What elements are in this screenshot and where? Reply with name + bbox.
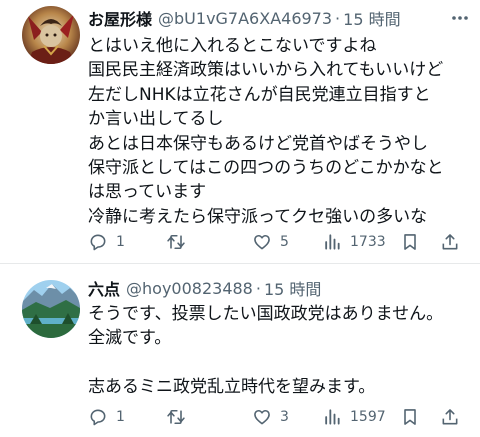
display-name[interactable]: 六点 — [88, 276, 120, 300]
views-button[interactable]: 1733 — [322, 229, 386, 255]
share-icon — [442, 234, 458, 250]
reply-button[interactable]: 1 — [88, 404, 125, 430]
post-text: とはいえ他に入れるとこないですよね 国民民主経済政策はいいから入れてもいいけど … — [88, 34, 474, 229]
like-icon — [254, 234, 270, 250]
reply-count: 1 — [116, 409, 125, 425]
reply-icon — [90, 409, 106, 426]
avatar-image — [22, 6, 80, 64]
like-icon — [254, 409, 270, 425]
share-button[interactable] — [440, 229, 460, 255]
text-line: 国民民主経済政策はいいから入れてもいいけど — [88, 60, 444, 81]
post[interactable]: お屋形様 @bU1vG7A6XA46973 · 15 時間 とはいえ他に入れると… — [0, 0, 480, 262]
post-header: 六点 @hoy00823488 · 15 時間 — [88, 276, 472, 300]
post[interactable]: 六点 @hoy00823488 · 15 時間 そうです、投票したい国政政党はあ… — [0, 264, 480, 437]
text-line: 志あるミニ政党乱立時代を望みます。 — [88, 377, 376, 398]
text-line: あとは日本保守もあるけど党首やばそうやし — [88, 133, 428, 154]
text-line — [88, 351, 474, 375]
handle[interactable]: @hoy00823488 — [126, 279, 253, 298]
post-header: お屋形様 @bU1vG7A6XA46973 · 15 時間 — [88, 6, 472, 30]
avatar[interactable] — [22, 280, 80, 338]
bookmark-button[interactable] — [400, 229, 420, 255]
bookmark-icon — [404, 409, 416, 425]
bookmark-icon — [404, 234, 416, 250]
views-icon — [325, 409, 340, 425]
timestamp[interactable]: 15 時間 — [343, 6, 400, 30]
separator-dot: · — [255, 278, 261, 298]
text-line: 冷静に考えたら保守派ってクセ強いの多いな — [88, 206, 428, 227]
like-button[interactable]: 3 — [252, 404, 289, 430]
repost-button[interactable] — [166, 404, 194, 430]
text-line: 保守派としてはこの四つのうちのどこかかなと — [88, 157, 444, 178]
avatar-image — [22, 280, 80, 338]
display-name[interactable]: お屋形様 — [88, 6, 152, 30]
text-line: そうです、投票したい国政政党はありません。 — [88, 304, 444, 324]
share-button[interactable] — [440, 404, 460, 430]
separator-dot: · — [335, 8, 341, 28]
views-button[interactable]: 1597 — [322, 404, 386, 430]
text-line: か言い出してるし — [88, 109, 224, 130]
share-icon — [442, 409, 458, 425]
action-bar: 1 3 1597 — [88, 404, 468, 430]
views-icon — [325, 234, 340, 250]
post-text: そうです、投票したい国政政党はありません。 全滅です。 志あるミニ政党乱立時代を… — [88, 302, 474, 400]
like-button[interactable]: 5 — [252, 229, 289, 255]
handle[interactable]: @bU1vG7A6XA46973 — [158, 9, 332, 28]
text-line: は思っています — [88, 182, 207, 203]
reply-icon — [90, 234, 106, 251]
views-count: 1597 — [350, 409, 386, 425]
reply-button[interactable]: 1 — [88, 229, 125, 255]
repost-icon — [167, 234, 185, 250]
reply-count: 1 — [116, 234, 125, 250]
text-line: とはいえ他に入れるとこないですよね — [88, 36, 377, 56]
text-line: 全滅です。 — [88, 328, 172, 349]
views-count: 1733 — [350, 234, 386, 250]
action-bar: 1 5 1733 — [88, 229, 468, 255]
like-count: 3 — [280, 409, 289, 425]
text-line: 左だしNHKは立花さんが自民党連立目指すと — [88, 84, 431, 105]
repost-icon — [167, 409, 185, 425]
avatar[interactable] — [22, 6, 80, 64]
timestamp[interactable]: 15 時間 — [264, 276, 321, 300]
bookmark-button[interactable] — [400, 404, 420, 430]
like-count: 5 — [280, 234, 289, 250]
more-icon[interactable] — [448, 8, 472, 28]
repost-button[interactable] — [166, 229, 194, 255]
